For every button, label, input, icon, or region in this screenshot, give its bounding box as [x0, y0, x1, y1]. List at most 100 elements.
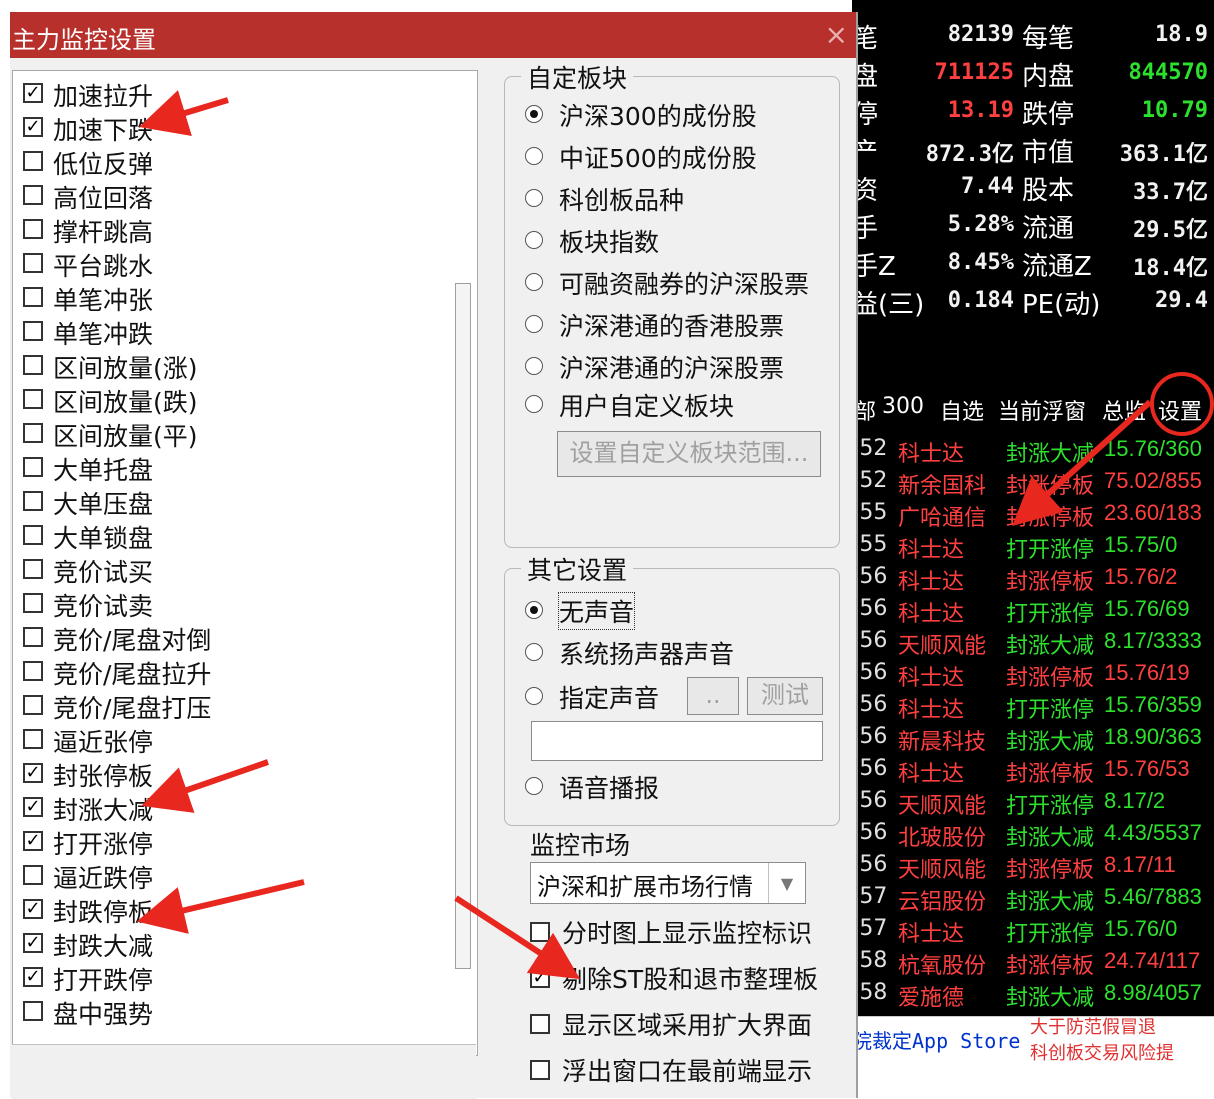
radio-label: 中证500的成份股 [559, 144, 757, 173]
ticker-warning[interactable]: 大于防范假冒退 科创板交易风险提 [1030, 1017, 1174, 1067]
radio-button[interactable] [525, 395, 543, 413]
monitor-item-label: 封跌停板 [53, 898, 154, 927]
feed-row[interactable]: :52 科士达 封涨大减 15.76/360 [852, 436, 1214, 468]
browse-sound-button[interactable]: .. [687, 677, 739, 715]
quote-value: 29.5亿 [1133, 218, 1208, 243]
radio-button[interactable] [525, 687, 543, 705]
checkbox[interactable] [23, 627, 43, 647]
checkbox[interactable] [23, 423, 43, 443]
checkbox[interactable] [23, 321, 43, 341]
checkbox[interactable] [23, 661, 43, 681]
checkbox[interactable]: ✓ [23, 967, 43, 987]
sound-path-input[interactable] [531, 721, 823, 761]
monitor-item-label: 单笔冲张 [53, 286, 154, 315]
feed-stock-name: 天顺风能 [898, 634, 987, 659]
radio-button[interactable] [525, 189, 543, 207]
feed-value: 15.76/2 [1104, 564, 1178, 589]
checkbox[interactable]: ✓ [23, 797, 43, 817]
feed-row[interactable]: :56 天顺风能 打开涨停 8.17/2 [852, 788, 1214, 820]
feed-stock-name: 科士达 [898, 538, 965, 563]
checkbox[interactable] [23, 457, 43, 477]
feed-row[interactable]: :58 爱施德 封涨大减 8.98/4057 [852, 980, 1214, 1012]
feed-row[interactable]: :56 天顺风能 封涨停板 8.17/11 [852, 852, 1214, 884]
tab-watchlist[interactable]: 自选 [940, 394, 984, 426]
checkbox[interactable] [23, 593, 43, 613]
tab-floating-window[interactable]: 当前浮窗 [998, 394, 1086, 426]
tab-300[interactable]: 300 [882, 394, 924, 419]
feed-row[interactable]: :56 新晨科技 封涨大减 18.90/363 [852, 724, 1214, 756]
close-icon[interactable]: × [825, 18, 848, 51]
checkbox[interactable] [23, 185, 43, 205]
checkbox[interactable] [23, 151, 43, 171]
set-custom-range-button[interactable]: 设置自定义板块范围... [557, 431, 821, 477]
radio-button[interactable] [525, 105, 543, 123]
tab-settings[interactable]: 设置 [1158, 394, 1202, 426]
feed-row[interactable]: :56 科士达 封涨停板 15.76/53 [852, 756, 1214, 788]
feed-row[interactable]: :55 科士达 打开涨停 15.75/0 [852, 532, 1214, 564]
feed-row[interactable]: :56 科士达 封涨停板 15.76/2 [852, 564, 1214, 596]
checkbox[interactable] [23, 355, 43, 375]
radio-button[interactable] [525, 315, 543, 333]
checkbox[interactable]: ✓ [23, 117, 43, 137]
test-sound-button[interactable]: 测试 [747, 677, 823, 715]
feed-row[interactable]: :52 新余国科 封涨停板 75.02/855 [852, 468, 1214, 500]
feed-event: 封涨停板 [1006, 570, 1095, 595]
checkbox[interactable]: ✓ [23, 83, 43, 103]
feed-event: 封涨大减 [1006, 890, 1095, 915]
monitor-type-list[interactable]: ✓ 加速拉升 ✓ 加速下跌 低位反弹 高位回落 撑杆跳高 平台跳水 单笔冲张 单笔冲跌 区间放量(涨… [12, 70, 478, 1056]
checkbox[interactable] [530, 1060, 550, 1080]
feed-row[interactable]: :56 科士达 封涨停板 15.76/19 [852, 660, 1214, 692]
monitor-item-label: 高位回落 [53, 184, 154, 213]
feed-stock-name: 北玻股份 [898, 826, 987, 851]
feed-row[interactable]: :57 科士达 打开涨停 15.76/0 [852, 916, 1214, 948]
radio-button[interactable] [525, 273, 543, 291]
checkbox[interactable] [23, 559, 43, 579]
monitor-market-value: 沪深和扩展市场行情 [537, 873, 753, 901]
radio-button[interactable] [525, 147, 543, 165]
checkbox[interactable] [23, 389, 43, 409]
feed-event: 封涨大减 [1006, 986, 1095, 1011]
feed-row[interactable]: :56 北玻股份 封涨大减 4.43/5537 [852, 820, 1214, 852]
checkbox[interactable] [23, 865, 43, 885]
feed-row[interactable]: :56 科士达 打开涨停 15.76/359 [852, 692, 1214, 724]
feed-row[interactable]: :58 杭氧股份 封涨停板 24.74/117 [852, 948, 1214, 980]
feed-value: 8.17/2 [1104, 788, 1166, 813]
list-scrollbar[interactable] [455, 283, 471, 969]
quote-value: 18.9 [1155, 22, 1208, 47]
quote-row: 盘 711125 内盘 844570 [852, 56, 1214, 92]
checkbox[interactable] [530, 1014, 550, 1034]
ticker-text[interactable]: 院裁定App Store [852, 1025, 1020, 1054]
checkbox[interactable] [23, 287, 43, 307]
checkbox[interactable]: ✓ [23, 899, 43, 919]
tab-main-monitor[interactable]: 总监 [1102, 394, 1146, 426]
chevron-down-icon[interactable]: ▼ [768, 863, 805, 903]
checkbox[interactable] [23, 695, 43, 715]
checkbox[interactable] [23, 729, 43, 749]
radio-button[interactable] [525, 231, 543, 249]
feed-row[interactable]: :56 科士达 打开涨停 15.76/69 [852, 596, 1214, 628]
checkbox[interactable] [23, 253, 43, 273]
feed-row[interactable]: :57 云铝股份 封涨大减 5.46/7883 [852, 884, 1214, 916]
checkbox[interactable]: ✓ [23, 933, 43, 953]
radio-button[interactable] [525, 777, 543, 795]
radio-button[interactable] [525, 357, 543, 375]
feed-row[interactable]: :55 广哈通信 封涨停板 23.60/183 [852, 500, 1214, 532]
checkbox[interactable] [530, 922, 550, 942]
checkbox[interactable]: ✓ [23, 763, 43, 783]
monitor-market-select[interactable]: 沪深和扩展市场行情 ▼ [530, 862, 806, 904]
monitor-item-label: 区间放量(涨) [53, 354, 198, 383]
radio-button[interactable] [525, 601, 543, 619]
radio-label: 系统扬声器声音 [559, 640, 735, 669]
radio-label: 指定声音 [559, 684, 660, 713]
checkbox[interactable] [23, 491, 43, 511]
checkbox[interactable] [23, 525, 43, 545]
dialog-titlebar[interactable]: 主力监控设置 × [10, 12, 856, 58]
feed-row[interactable]: :56 天顺风能 封涨大减 8.17/3333 [852, 628, 1214, 660]
news-ticker: 院裁定App Store 大于防范假冒退 科创板交易风险提 [852, 1016, 1214, 1077]
checkbox[interactable]: ✓ [530, 968, 550, 988]
checkbox[interactable]: ✓ [23, 831, 43, 851]
radio-button[interactable] [525, 643, 543, 661]
quote-value: 82139 [947, 22, 1014, 47]
checkbox[interactable] [23, 219, 43, 239]
checkbox[interactable] [23, 1001, 43, 1021]
